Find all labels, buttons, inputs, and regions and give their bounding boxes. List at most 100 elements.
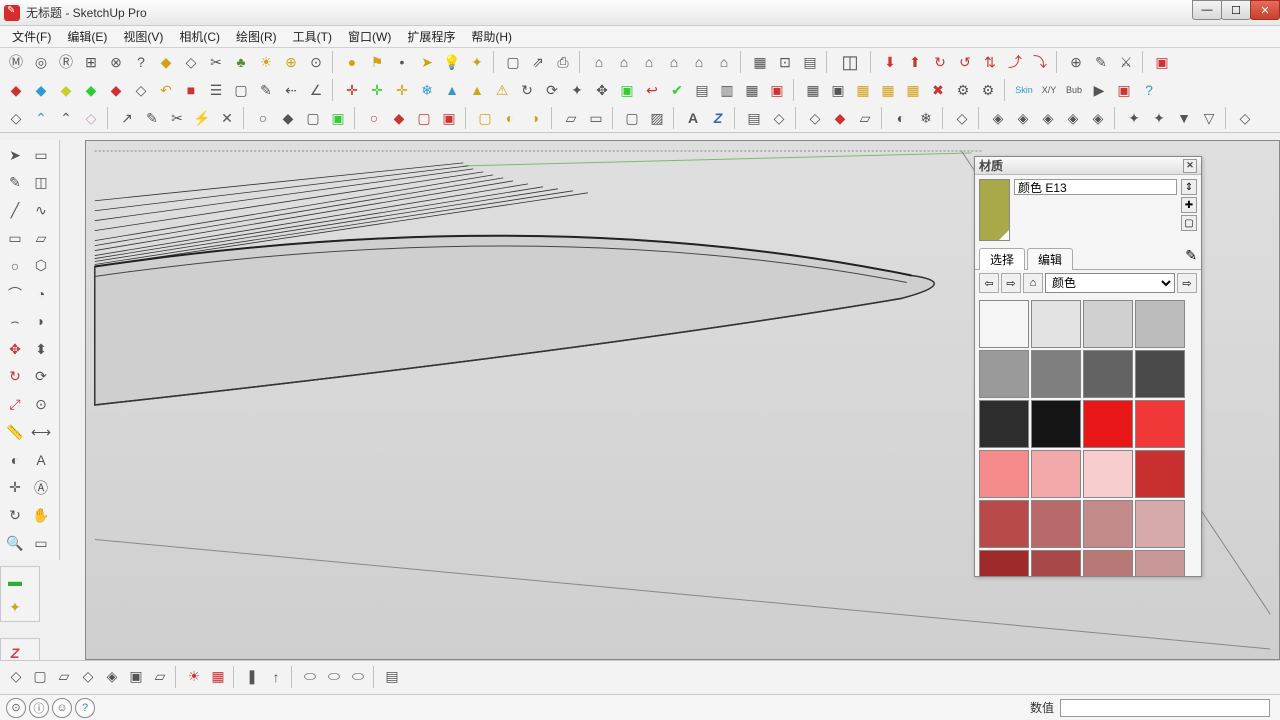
tb-pause-icon[interactable]: ⊙ bbox=[304, 50, 328, 74]
tb3-31[interactable]: ❄ bbox=[914, 106, 938, 130]
tb-arrow-icon[interactable]: ⇗ bbox=[526, 50, 550, 74]
tb3-3[interactable]: ⌃ bbox=[54, 106, 78, 130]
minimize-button[interactable]: — bbox=[1192, 0, 1222, 20]
tb3-7[interactable]: ✂ bbox=[165, 106, 189, 130]
tb-red7-icon[interactable]: ⤵ bbox=[1028, 50, 1052, 74]
orbit-tool-icon[interactable]: ↻ bbox=[2, 502, 28, 528]
tb-cursor-icon[interactable]: ➤ bbox=[415, 50, 439, 74]
maximize-button[interactable]: ☐ bbox=[1221, 0, 1251, 20]
bt-6[interactable]: ▣ bbox=[124, 665, 148, 689]
tb-model-icon[interactable]: Ⓜ bbox=[4, 50, 28, 74]
color-swatch-14[interactable] bbox=[1083, 450, 1133, 498]
tb2-g1[interactable]: ▦ bbox=[801, 78, 825, 102]
tb3-26[interactable]: ◇ bbox=[767, 106, 791, 130]
color-swatch-20[interactable] bbox=[979, 550, 1029, 576]
zoom-tool-icon[interactable]: 🔍 bbox=[2, 530, 28, 556]
pie-tool-icon[interactable]: ◔ bbox=[28, 281, 54, 307]
tb3-17[interactable]: ▣ bbox=[437, 106, 461, 130]
tb-house1-icon[interactable]: ⌂ bbox=[587, 50, 611, 74]
tb2-angle[interactable]: ∠ bbox=[304, 78, 328, 102]
followme-tool-icon[interactable]: ⟳ bbox=[28, 364, 54, 390]
color-swatch-15[interactable] bbox=[1135, 450, 1185, 498]
color-swatch-1[interactable] bbox=[1031, 300, 1081, 348]
tb2-save[interactable]: ▣ bbox=[615, 78, 639, 102]
tb-red2-icon[interactable]: ⬆ bbox=[903, 50, 927, 74]
color-swatch-7[interactable] bbox=[1135, 350, 1185, 398]
material-category-select[interactable]: 颜色 bbox=[1045, 273, 1175, 293]
tb-sun-icon[interactable]: ☀ bbox=[254, 50, 278, 74]
tb3-1[interactable]: ◇ bbox=[4, 106, 28, 130]
tb3-4[interactable]: ◇ bbox=[79, 106, 103, 130]
text-tool-icon[interactable]: A bbox=[28, 447, 54, 473]
tb2-g2[interactable]: ▣ bbox=[826, 78, 850, 102]
tb2-doc2[interactable]: ▥ bbox=[715, 78, 739, 102]
tb2-list[interactable]: ☰ bbox=[204, 78, 228, 102]
lasso-tool-icon[interactable]: ▭ bbox=[28, 142, 54, 168]
tb2-red[interactable]: ▣ bbox=[765, 78, 789, 102]
color-swatch-5[interactable] bbox=[1031, 350, 1081, 398]
color-swatch-17[interactable] bbox=[1031, 500, 1081, 548]
tab-select[interactable]: 选择 bbox=[979, 248, 1025, 270]
bt-grid[interactable]: ▦ bbox=[206, 665, 230, 689]
tb-r2-icon[interactable]: ⊞ bbox=[79, 50, 103, 74]
tb3-Z[interactable]: Z bbox=[706, 106, 730, 130]
tb3-12[interactable]: ▢ bbox=[301, 106, 325, 130]
dimension-tool-icon[interactable]: ⟷ bbox=[28, 419, 54, 445]
tb2-stop[interactable]: ■ bbox=[179, 78, 203, 102]
tb-house4-icon[interactable]: ⌂ bbox=[662, 50, 686, 74]
tb-flag-icon[interactable]: ⚑ bbox=[365, 50, 389, 74]
scale-tool-icon[interactable]: ⤢ bbox=[2, 391, 28, 417]
nav-back-icon[interactable]: ⇦ bbox=[979, 273, 999, 293]
tb3-29[interactable]: ▱ bbox=[853, 106, 877, 130]
circle-tool-icon[interactable]: ○ bbox=[2, 253, 28, 279]
material-updown-icon[interactable]: ⇕ bbox=[1181, 179, 1197, 195]
tb3-21[interactable]: ▱ bbox=[559, 106, 583, 130]
protractor-tool-icon[interactable]: ◐ bbox=[2, 447, 28, 473]
tab-edit[interactable]: 编辑 bbox=[1027, 248, 1073, 270]
tb2-doc3[interactable]: ▦ bbox=[740, 78, 764, 102]
color-swatch-21[interactable] bbox=[1031, 550, 1081, 576]
tb3-18[interactable]: ▢ bbox=[473, 106, 497, 130]
material-new-icon[interactable]: ✚ bbox=[1181, 197, 1197, 213]
tb2-doc1[interactable]: ▤ bbox=[690, 78, 714, 102]
tb3-32[interactable]: ◇ bbox=[950, 106, 974, 130]
tb3-5[interactable]: ↗ bbox=[115, 106, 139, 130]
tb3-6[interactable]: ✎ bbox=[140, 106, 164, 130]
tb2-bub[interactable]: Bub bbox=[1062, 78, 1086, 102]
material-preview[interactable] bbox=[979, 179, 1010, 241]
menu-camera[interactable]: 相机(C) bbox=[171, 26, 228, 47]
tb-red5-icon[interactable]: ⇅ bbox=[978, 50, 1002, 74]
tb2-g3[interactable]: ▦ bbox=[851, 78, 875, 102]
move-tool-icon[interactable]: ✥ bbox=[2, 336, 28, 362]
tb2-tag2[interactable]: ◆ bbox=[29, 78, 53, 102]
tb2-g4[interactable]: ▦ bbox=[876, 78, 900, 102]
color-swatch-23[interactable] bbox=[1135, 550, 1185, 576]
tb3-38[interactable]: ✦ bbox=[1122, 106, 1146, 130]
tb2-refresh[interactable]: ↻ bbox=[515, 78, 539, 102]
color-swatch-16[interactable] bbox=[979, 500, 1029, 548]
bt-1[interactable]: ◇ bbox=[4, 665, 28, 689]
color-swatch-13[interactable] bbox=[1031, 450, 1081, 498]
nav-detail-icon[interactable]: ⇨ bbox=[1177, 273, 1197, 293]
tb2-back[interactable]: ↩ bbox=[640, 78, 664, 102]
tb-tag-icon[interactable]: ◆ bbox=[154, 50, 178, 74]
tb2-cone2[interactable]: ▲ bbox=[465, 78, 489, 102]
tb2-note[interactable]: ▢ bbox=[229, 78, 253, 102]
tb2-cycle[interactable]: ⟳ bbox=[540, 78, 564, 102]
hint-geo-icon[interactable]: ⊙ bbox=[6, 698, 26, 718]
hint-user-icon[interactable]: ☺ bbox=[52, 698, 72, 718]
polygon-tool-icon[interactable]: ⬡ bbox=[28, 253, 54, 279]
color-swatch-22[interactable] bbox=[1083, 550, 1133, 576]
menu-file[interactable]: 文件(F) bbox=[4, 26, 59, 47]
tb-knife-icon[interactable]: ⚔ bbox=[1114, 50, 1138, 74]
tb2-plus2[interactable]: ✛ bbox=[365, 78, 389, 102]
tb-tree-icon[interactable]: ♣ bbox=[229, 50, 253, 74]
tb-house2-icon[interactable]: ⌂ bbox=[612, 50, 636, 74]
bt-el3[interactable]: ⬭ bbox=[346, 665, 370, 689]
material-name-input[interactable] bbox=[1014, 179, 1177, 195]
eyedropper-icon[interactable]: ✎ bbox=[1185, 247, 1197, 264]
tb3-24[interactable]: ▨ bbox=[645, 106, 669, 130]
bt-el1[interactable]: ⬭ bbox=[298, 665, 322, 689]
tb-grid3-icon[interactable]: ▤ bbox=[798, 50, 822, 74]
rotrect-tool-icon[interactable]: ▱ bbox=[28, 225, 54, 251]
